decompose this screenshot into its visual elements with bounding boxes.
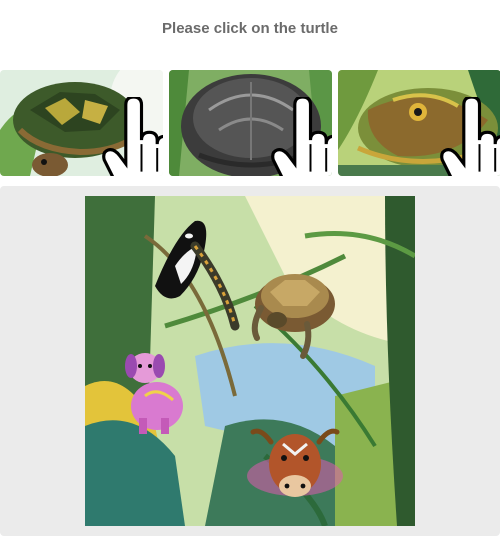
challenge-image[interactable] [85, 196, 415, 526]
example-tile-turtle-2[interactable] [169, 70, 332, 176]
example-tile-turtle-3[interactable] [338, 70, 500, 176]
turtle-example-image [338, 70, 500, 176]
turtle-example-image [169, 70, 332, 176]
example-tiles-row [0, 70, 500, 176]
captcha-prompt: Please click on the turtle [162, 20, 338, 37]
example-tile-turtle-1[interactable] [0, 70, 163, 176]
challenge-panel [0, 186, 500, 536]
turtle-example-image [0, 70, 163, 176]
